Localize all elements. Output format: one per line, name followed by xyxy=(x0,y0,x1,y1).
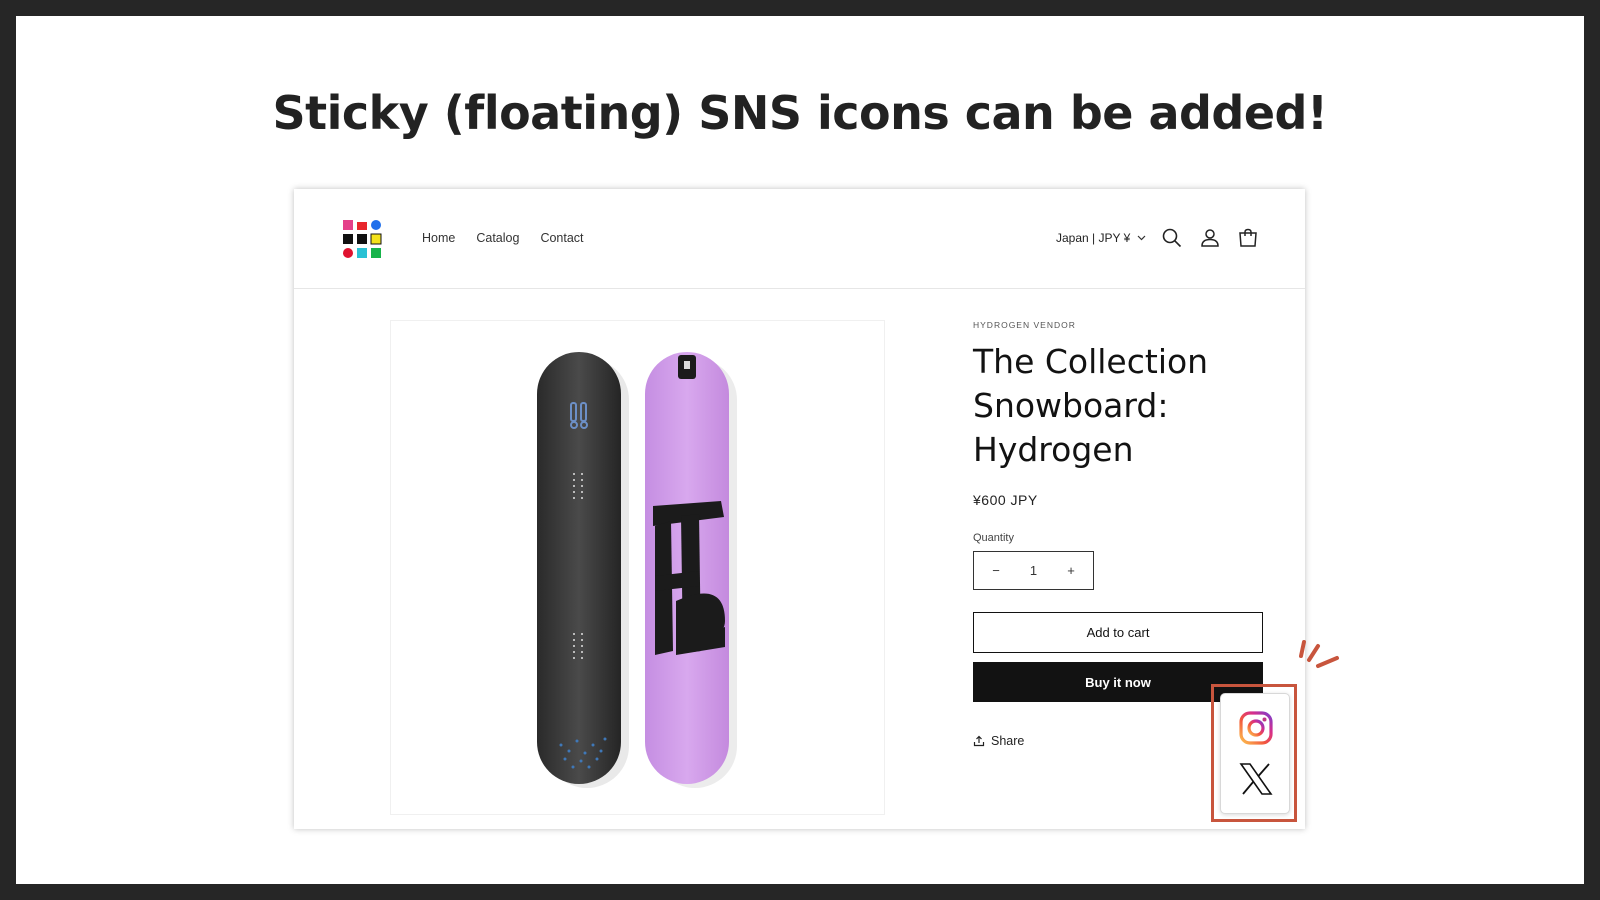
store-header: Home Catalog Contact Japan | JPY ¥ xyxy=(294,189,1305,289)
chevron-down-icon xyxy=(1137,235,1146,241)
attention-spark-icon xyxy=(1299,640,1339,668)
product-title-line: The Collection xyxy=(973,342,1209,381)
share-label: Share xyxy=(991,734,1025,748)
product-vendor: HYDROGEN VENDOR xyxy=(973,320,1076,330)
store-logo[interactable] xyxy=(342,219,382,259)
snowboards-image xyxy=(537,352,737,788)
add-to-cart-button[interactable]: Add to cart xyxy=(973,612,1263,653)
country-selector[interactable]: Japan | JPY ¥ xyxy=(1056,231,1146,245)
country-selector-label: Japan | JPY ¥ xyxy=(1056,231,1131,245)
share-icon xyxy=(973,735,985,747)
nav-contact[interactable]: Contact xyxy=(540,231,583,245)
nav-catalog[interactable]: Catalog xyxy=(476,231,519,245)
search-icon[interactable] xyxy=(1160,226,1184,250)
nav-home[interactable]: Home xyxy=(422,231,455,245)
product-title-line: Hydrogen xyxy=(973,430,1134,469)
quantity-stepper: − 1 + xyxy=(973,551,1094,590)
quantity-input[interactable]: 1 xyxy=(1026,563,1042,578)
quantity-decrease-button[interactable]: − xyxy=(988,563,1004,578)
account-icon[interactable] xyxy=(1198,226,1222,250)
slide-headline: Sticky (floating) SNS icons can be added… xyxy=(272,86,1328,140)
quantity-label: Quantity xyxy=(973,532,1014,544)
store-screenshot: Home Catalog Contact Japan | JPY ¥ HYDRO… xyxy=(294,189,1305,829)
quantity-increase-button[interactable]: + xyxy=(1063,563,1079,578)
cart-icon[interactable] xyxy=(1236,226,1260,250)
main-nav: Home Catalog Contact xyxy=(422,231,584,245)
product-image[interactable] xyxy=(390,320,885,815)
product-price: ¥600 JPY xyxy=(973,492,1038,508)
sticky-sns-widget xyxy=(1220,693,1290,814)
product-title: The Collection Snowboard: Hydrogen xyxy=(973,340,1263,472)
product-title-line: Snowboard: xyxy=(973,386,1169,425)
x-icon[interactable] xyxy=(1238,761,1274,797)
instagram-icon[interactable] xyxy=(1238,710,1274,746)
